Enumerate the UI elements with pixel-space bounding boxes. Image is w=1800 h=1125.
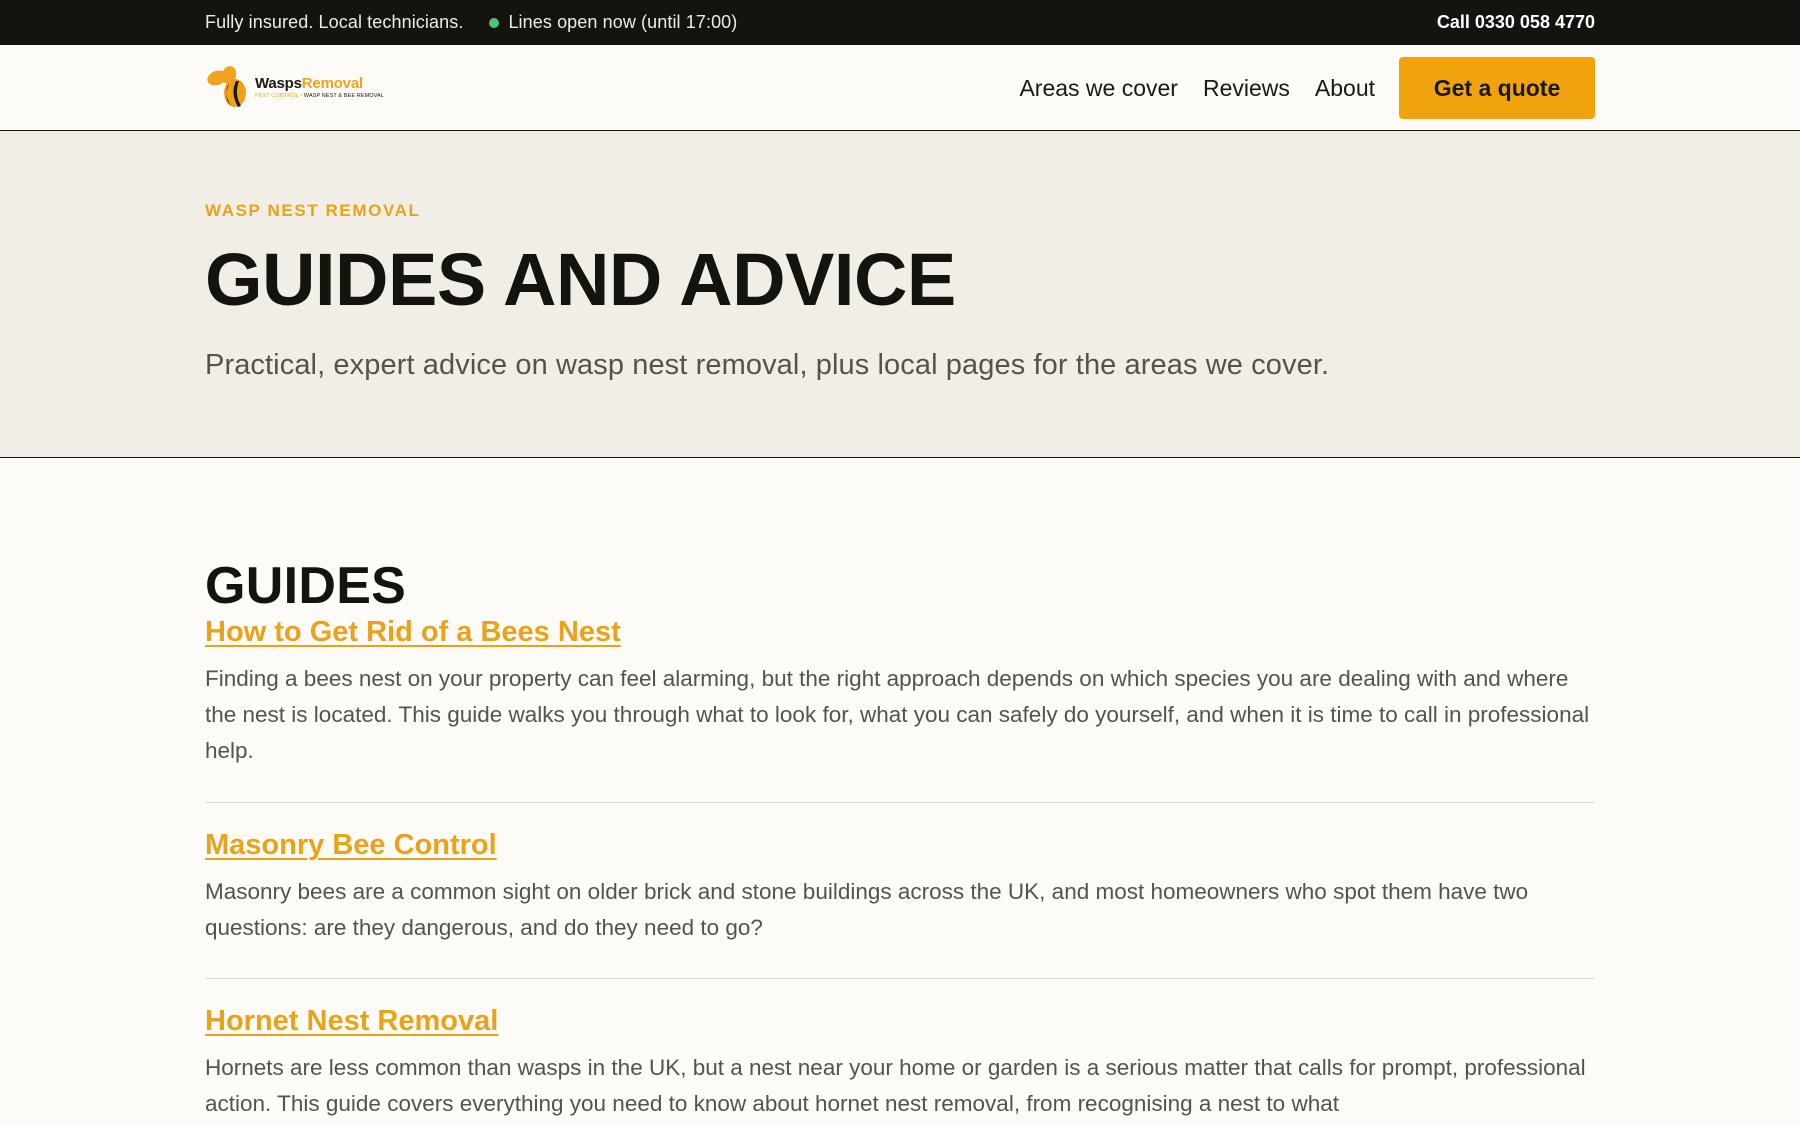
call-phone-link[interactable]: Call 0330 058 4770 [1437,12,1595,33]
guide-description: Hornets are less common than wasps in th… [205,1054,1586,1116]
guide-divider [205,978,1595,979]
site-logo[interactable]: WaspsRemoval PEST CONTROL · WASP NEST & … [205,66,384,110]
guide-link-masonry-bee[interactable]: Masonry Bee Control [205,829,497,862]
guide-divider [205,802,1595,803]
hero-subtitle: Practical, expert advice on wasp nest re… [205,349,1330,381]
guides-heading: GUIDES [205,557,407,615]
guide-link-bees-nest[interactable]: How to Get Rid of a Bees Nest [205,616,621,649]
top-info-bar: Fully insured. Local technicians. Lines … [0,0,1800,45]
guide-link-hornet-nest[interactable]: Hornet Nest Removal [205,1005,498,1038]
nav-areas-we-cover[interactable]: Areas we cover [1019,75,1178,102]
status-dot-icon [489,17,500,28]
hero-section: WASP NEST REMOVAL GUIDES AND ADVICE Prac… [0,131,1800,458]
logo-tagline: PEST CONTROL · WASP NEST & BEE REMOVAL [255,93,384,99]
hero-eyebrow: WASP NEST REMOVAL [205,201,421,220]
top-info-left: Fully insured. Local technicians. Lines … [205,12,737,33]
site-header: WaspsRemoval PEST CONTROL · WASP NEST & … [0,45,1800,131]
guide-description: Finding a bees nest on your property can… [205,665,1590,763]
lines-open-status: Lines open now (until 17:00) [508,12,738,32]
guide-item: Hornet Nest Removal Hornets are less com… [205,1005,1595,1122]
page-title: GUIDES AND ADVICE [205,238,956,321]
nav-about[interactable]: About [1315,75,1375,102]
nav-reviews[interactable]: Reviews [1203,75,1290,102]
guide-item: How to Get Rid of a Bees Nest Finding a … [205,616,1595,769]
insured-text: Fully insured. Local technicians. [205,12,464,32]
guide-item: Masonry Bee Control Masonry bees are a c… [205,829,1595,946]
main-nav: Areas we cover Reviews About Get a quote [994,57,1595,119]
get-a-quote-button[interactable]: Get a quote [1399,57,1595,119]
logo-wordmark: WaspsRemoval [255,75,363,92]
bee-logo-icon [207,66,246,107]
guide-description: Masonry bees are a common sight on older… [205,878,1529,940]
